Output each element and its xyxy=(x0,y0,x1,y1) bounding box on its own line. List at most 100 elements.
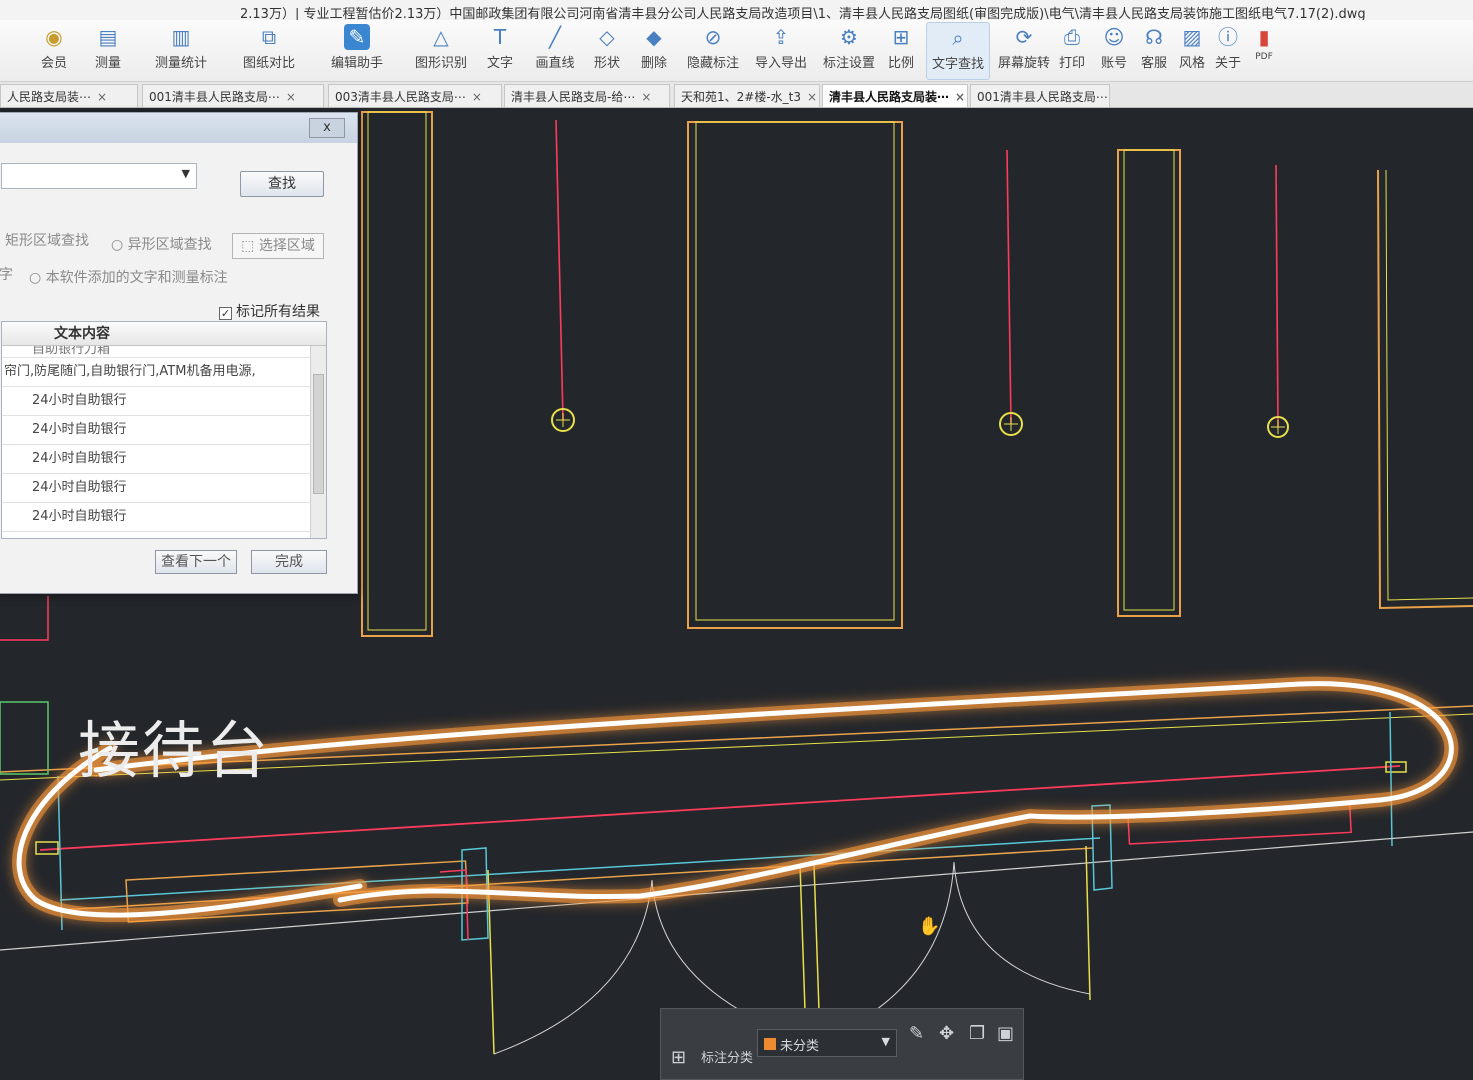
close-icon[interactable]: × xyxy=(955,90,965,104)
ribbon-measure-stats[interactable]: ▥ 测量统计 xyxy=(146,22,216,80)
radio-icon[interactable]: ○ xyxy=(111,237,128,253)
find-button[interactable]: 查找 xyxy=(240,171,324,197)
print-icon: ⎙ xyxy=(1064,25,1080,49)
annotation-settings-icon: ⚙ xyxy=(840,25,858,49)
mark-all-checkbox[interactable]: ✓ 标记所有结果 xyxy=(219,301,320,321)
ribbon-label: 图纸对比 xyxy=(242,56,295,71)
dialog-titlebar[interactable] xyxy=(0,113,357,143)
ribbon-rotate[interactable]: ⟳ 屏幕旋转 xyxy=(992,22,1056,80)
counter-end xyxy=(1389,711,1393,847)
document-tabs: 人民路支局装⋯ × 001清丰县人民路支局⋯ × 003清丰县人民路支局⋯ × 清丰县… xyxy=(0,82,1473,108)
vip-icon: ◉ xyxy=(45,25,63,49)
lighting-lines xyxy=(555,119,1279,428)
line-icon: ╱ xyxy=(548,25,562,49)
text-search-icon: ⌕ xyxy=(952,26,964,50)
select-area-button[interactable]: ⬚ 选择区域 xyxy=(232,233,324,259)
ribbon-label: 删除 xyxy=(640,56,667,71)
close-icon[interactable]: × xyxy=(641,90,651,104)
close-icon[interactable]: × xyxy=(286,90,296,104)
close-icon[interactable]: × xyxy=(97,90,107,104)
ribbon-pdf[interactable]: ▮ PDF xyxy=(1242,22,1286,80)
doc-tab[interactable]: 人民路支局装⋯ × xyxy=(0,84,138,107)
list-item[interactable]: 24小时自助银行 xyxy=(2,416,326,445)
radio-icon[interactable]: ○ xyxy=(29,270,46,286)
button-label: 选择区域 xyxy=(258,238,315,254)
option-rect-search[interactable]: 矩形区域查找 xyxy=(5,230,89,250)
ribbon-import-export[interactable]: ⇪ 导入导出 xyxy=(748,22,814,80)
column-wall-inner xyxy=(1123,149,1175,611)
ribbon-print[interactable]: ⎙ 打印 xyxy=(1050,22,1094,80)
ribbon-label: 导入导出 xyxy=(754,56,807,71)
ribbon-compare[interactable]: ⧉ 图纸对比 xyxy=(232,22,306,80)
ribbon-delete[interactable]: ◆ 删除 xyxy=(628,22,680,80)
column-wall xyxy=(687,121,903,629)
ribbon-toolbar: ▭员 ◉会员 ▤测量 ▥测量统计 ⧉图纸对比 ✎编辑助手 △图形识别 T文字 ╱… xyxy=(0,20,1473,82)
scrollbar[interactable] xyxy=(310,346,326,538)
ribbon-label: 员 xyxy=(0,52,10,71)
doc-tab[interactable]: 清丰县人民路支局-给⋯ × xyxy=(504,84,670,107)
doc-tab[interactable]: 003清丰县人民路支局⋯ × xyxy=(328,84,502,107)
option-label: 矩形区域查找 xyxy=(5,233,89,249)
copy-icon[interactable]: ❐ xyxy=(969,1023,985,1044)
door-swing xyxy=(953,861,1091,995)
annotation-toolbar: ⊞ 标注分类 未分类 ▼ ✎ ✥ ❐ ▣ xyxy=(660,1008,1024,1080)
ribbon-line[interactable]: ╱ 画直线 xyxy=(526,22,584,80)
option-text-scope[interactable]: 字 xyxy=(0,264,13,284)
chevron-down-icon[interactable]: ▼ xyxy=(882,1035,890,1048)
ribbon-annotation-settings[interactable]: ⚙ 标注设置 xyxy=(816,22,882,80)
ribbon-label: 形状 xyxy=(593,56,620,71)
annotation-category-select[interactable]: 未分类 ▼ xyxy=(757,1029,897,1057)
ribbon-text-search[interactable]: ⌕ 文字查找 xyxy=(926,22,990,80)
grid-icon[interactable]: ⊞ xyxy=(671,1047,686,1068)
close-icon[interactable]: × xyxy=(807,90,817,104)
doc-tab[interactable]: 001清丰县人民路支局⋯× xyxy=(142,84,324,107)
outlet-box xyxy=(35,841,59,855)
ribbon-label: 账号 xyxy=(1100,56,1127,71)
ribbon-shape[interactable]: ◇ 形状 xyxy=(582,22,632,80)
doc-tab-active[interactable]: 清丰县人民路支局装⋯ × xyxy=(822,84,968,107)
ribbon-text[interactable]: T 文字 xyxy=(472,22,528,80)
info-icon: ⓘ xyxy=(1218,25,1238,49)
option-software-text[interactable]: ○ 本软件添加的文字和测量标注 xyxy=(29,267,228,287)
search-input[interactable]: ▼ xyxy=(1,163,197,189)
ribbon-account[interactable]: ☺ 账号 xyxy=(1092,22,1136,80)
doc-tab[interactable]: 天和苑1、2#楼-水_t3 × xyxy=(674,84,820,107)
annotation-category-label: 标注分类 xyxy=(701,1051,754,1066)
done-button[interactable]: 完成 xyxy=(251,550,327,574)
hide-annotation-icon: ⊘ xyxy=(704,25,722,49)
scrollbar-thumb[interactable] xyxy=(313,374,324,494)
tab-label: 001清丰县人民路支局⋯ xyxy=(977,90,1108,104)
ribbon-edit-assistant[interactable]: ✎ 编辑助手 xyxy=(322,22,392,80)
tab-label: 清丰县人民路支局-给⋯ xyxy=(511,90,636,104)
ribbon-hide-annotation[interactable]: ⊘ 隐藏标注 xyxy=(680,22,746,80)
light-fixtures xyxy=(551,408,1289,438)
ribbon-shape-recognize[interactable]: △ 图形识别 xyxy=(406,22,476,80)
tab-label: 清丰县人民路支局装⋯ xyxy=(829,90,950,104)
chevron-down-icon[interactable]: ▼ xyxy=(182,167,190,180)
list-item[interactable]: 自助银行刀箱 xyxy=(2,346,326,358)
ribbon-measure[interactable]: ▤ 测量 xyxy=(76,22,140,80)
ribbon-scale[interactable]: ⊞ 比例 xyxy=(878,22,924,80)
edit-assistant-icon: ✎ xyxy=(344,24,370,50)
ribbon-label: 文字 xyxy=(486,56,513,71)
ribbon-label: 隐藏标注 xyxy=(686,56,739,71)
ribbon-file[interactable]: ▭员 xyxy=(0,22,10,80)
checkbox-checked-icon[interactable]: ✓ xyxy=(219,307,232,320)
edit-icon[interactable]: ✎ xyxy=(909,1023,924,1044)
list-item[interactable]: 24小时自助银行 xyxy=(2,387,326,416)
screen: 2.13万）| 专业工程暂估价2.13万）中国邮政集团有限公司河南省清丰县分公司… xyxy=(0,0,1473,1080)
list-item[interactable]: 24小时自助银行 xyxy=(2,445,326,474)
option-irregular-search[interactable]: ○ 异形区域查找 xyxy=(111,234,212,254)
doc-tab[interactable]: 001清丰县人民路支局⋯× xyxy=(970,84,1110,107)
paste-icon[interactable]: ▣ xyxy=(997,1023,1014,1044)
next-result-button[interactable]: 查看下一个 xyxy=(155,550,237,574)
move-icon[interactable]: ✥ xyxy=(939,1023,954,1044)
ribbon-label: 文字查找 xyxy=(931,57,984,72)
list-item[interactable]: 24小时自助银行 xyxy=(2,474,326,503)
list-item[interactable]: 帘门,防尾随门,自助银行门,ATM机备用电源, xyxy=(2,358,326,387)
close-icon[interactable]: × xyxy=(472,90,482,104)
close-button[interactable]: x xyxy=(309,118,345,138)
ribbon-label: 测量 xyxy=(94,56,121,71)
headset-icon: ☊ xyxy=(1145,25,1163,49)
list-item[interactable]: 24小时自助银行 xyxy=(2,503,326,532)
